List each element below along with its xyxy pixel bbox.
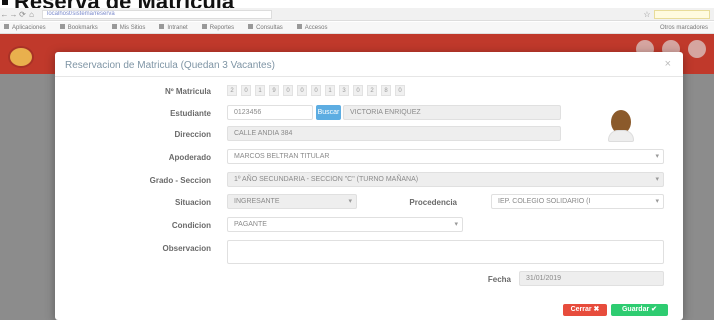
chevron-down-icon: ▾	[348, 198, 352, 205]
origin-school-select-value: IEP. COLEGIO SOLIDARIO (I	[498, 198, 591, 205]
chevron-down-icon: ▾	[454, 221, 458, 228]
student-photo	[606, 108, 636, 142]
matricula-digit[interactable]: 8	[381, 85, 391, 96]
student-code-input[interactable]: 0123456	[227, 105, 313, 120]
matricula-digit[interactable]: 1	[255, 85, 265, 96]
label-observacion: Observacion	[162, 244, 211, 253]
grade-section-select[interactable]: 1º AÑO SECUNDARIA - SECCION "C" (TURNO M…	[227, 172, 664, 187]
bookmark-icon	[296, 24, 302, 29]
label-procedencia: Procedencia	[409, 198, 457, 207]
menu-icon[interactable]	[688, 40, 706, 58]
bookmarks-bar: Aplicaciones Bookmarks Mis Sitios Intran…	[0, 22, 714, 34]
matricula-digit[interactable]: 2	[227, 85, 237, 96]
bookmark-item[interactable]: Consultas	[248, 24, 283, 31]
matricula-digit[interactable]: 9	[269, 85, 279, 96]
guardian-select-value: MARCOS BELTRAN TITULAR	[234, 153, 330, 160]
check-icon: ✔	[651, 306, 658, 313]
modal-title: Reservacion de Matricula (Quedan 3 Vacan…	[65, 60, 275, 71]
extension-area[interactable]	[654, 9, 710, 19]
chevron-down-icon: ▾	[655, 153, 659, 160]
label-apoderado: Apoderado	[168, 153, 211, 162]
home-icon[interactable]: ⌂	[27, 10, 36, 19]
matricula-digit[interactable]: 0	[283, 85, 293, 96]
close-icon[interactable]: ×	[665, 58, 671, 70]
condition-select-value: PAGANTE	[234, 221, 267, 228]
reload-icon[interactable]: ⟳	[18, 10, 27, 19]
shirt-icon	[608, 130, 634, 142]
condition-select[interactable]: PAGANTE ▾	[227, 217, 463, 232]
chevron-down-icon: ▾	[655, 176, 659, 183]
label-estudiante: Estudiante	[170, 109, 211, 118]
bookmark-icon	[59, 24, 65, 29]
label-matricula: Nº Matricula	[164, 87, 211, 96]
date-field: 31/01/2019	[519, 271, 664, 286]
student-name-field: VICTORIA ENRIQUEZ	[343, 105, 561, 120]
address-bar[interactable]: localhost/sistema/reserva	[42, 9, 272, 19]
guardian-select[interactable]: MARCOS BELTRAN TITULAR ▾	[227, 149, 664, 164]
matricula-digits: 2 0 1 9 0 0 0 1 3 0 2 8 0	[227, 85, 405, 96]
cancel-button[interactable]: Cerrar ✖	[563, 304, 607, 316]
bookmark-item[interactable]: Intranet	[159, 24, 188, 31]
back-icon[interactable]: ←	[0, 10, 9, 19]
matricula-digit[interactable]: 0	[395, 85, 405, 96]
other-bookmarks[interactable]: Otros marcadores	[660, 25, 708, 31]
origin-school-select[interactable]: IEP. COLEGIO SOLIDARIO (I ▾	[491, 194, 664, 209]
bookmark-icon	[248, 24, 254, 29]
matricula-digit[interactable]: 0	[353, 85, 363, 96]
bookmark-icon	[111, 24, 117, 29]
school-logo-icon	[8, 46, 34, 68]
matricula-digit[interactable]: 0	[241, 85, 251, 96]
bookmark-item[interactable]: Mis Sitios	[111, 24, 145, 31]
label-condicion: Condicion	[171, 221, 211, 230]
chevron-down-icon: ▾	[655, 198, 659, 205]
observation-textarea[interactable]	[227, 240, 664, 264]
label-direccion: Direccion	[174, 130, 211, 139]
situation-select[interactable]: INGRESANTE ▾	[227, 194, 357, 209]
modal-divider	[55, 76, 683, 77]
matricula-digit[interactable]: 2	[367, 85, 377, 96]
label-situacion: Situacion	[174, 198, 211, 207]
bookmark-item[interactable]: Accesos	[296, 24, 327, 31]
save-button[interactable]: Guardar ✔	[611, 304, 668, 316]
label-grado: Grado - Seccion	[149, 176, 211, 185]
matricula-digit[interactable]: 0	[311, 85, 321, 96]
matricula-digit[interactable]: 0	[297, 85, 307, 96]
browser-toolbar: ← → ⟳ ⌂ localhost/sistema/reserva ☆	[0, 8, 714, 21]
bookmark-item[interactable]: Reportes	[201, 24, 234, 31]
star-icon[interactable]: ☆	[640, 10, 654, 19]
bullet-icon	[2, 0, 8, 5]
matricula-digit[interactable]: 3	[339, 85, 349, 96]
reservation-modal: Reservacion de Matricula (Quedan 3 Vacan…	[55, 52, 683, 320]
search-student-button[interactable]: Buscar	[316, 105, 341, 120]
bookmark-icon	[201, 24, 207, 29]
apps-icon	[4, 24, 9, 29]
address-field: CALLE ANDIA 384	[227, 126, 561, 141]
matricula-digit[interactable]: 1	[325, 85, 335, 96]
bookmark-icon	[159, 24, 165, 29]
bookmark-item[interactable]: Aplicaciones	[4, 24, 46, 31]
bookmark-item[interactable]: Bookmarks	[59, 24, 98, 31]
situation-select-value: INGRESANTE	[234, 198, 280, 205]
close-icon: ✖	[593, 306, 600, 313]
forward-icon[interactable]: →	[9, 10, 18, 19]
label-fecha: Fecha	[487, 275, 511, 284]
grade-section-select-value: 1º AÑO SECUNDARIA - SECCION "C" (TURNO M…	[234, 176, 419, 183]
